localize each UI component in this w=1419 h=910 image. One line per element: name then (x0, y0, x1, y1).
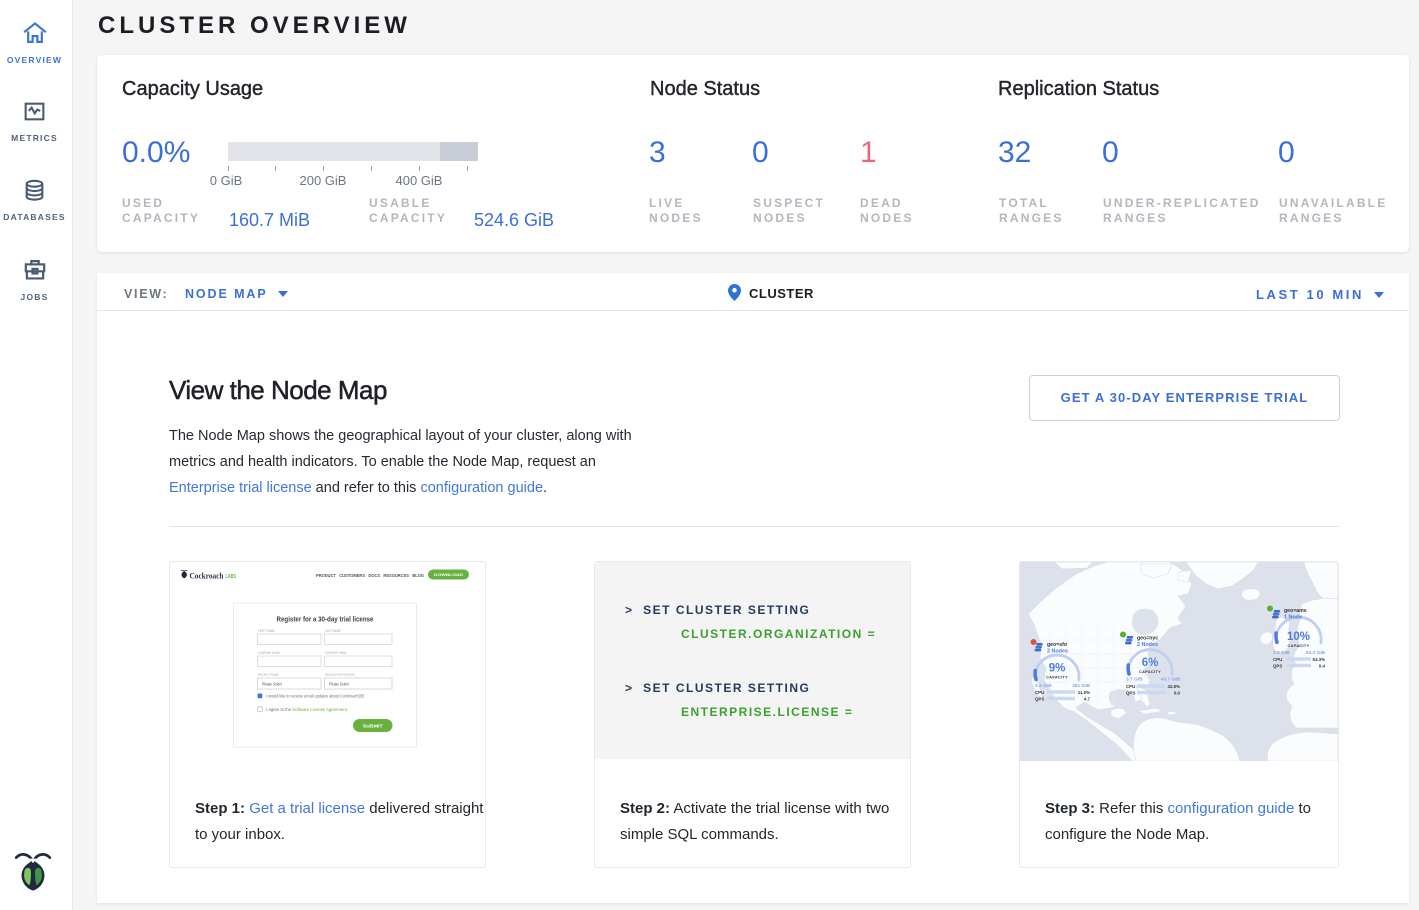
svg-text:3.7 GiB: 3.7 GiB (1126, 677, 1143, 683)
svg-text:0.0: 0.0 (1174, 691, 1181, 696)
svg-text:6%: 6% (1142, 657, 1159, 669)
svg-text:FIRST NAME: FIRST NAME (258, 629, 275, 633)
svg-text:351 GiB: 351 GiB (1072, 683, 1090, 689)
svg-text:CPU: CPU (1126, 684, 1135, 689)
svg-text:CAPACITY: CAPACITY (1288, 643, 1310, 648)
svg-text:4.7: 4.7 (1084, 697, 1091, 702)
svg-text:1 Node: 1 Node (1284, 615, 1302, 621)
svg-text:2 Nodes: 2 Nodes (1137, 642, 1158, 648)
svg-text:PROJECT PHASE: PROJECT PHASE (258, 673, 279, 677)
svg-text:geo=nyc: geo=nyc (1137, 636, 1158, 642)
svg-text:3.2 GiB: 3.2 GiB (1035, 683, 1052, 689)
svg-text:CPU: CPU (1035, 690, 1044, 695)
svg-text:SUBMIT: SUBMIT (363, 724, 384, 729)
svg-text:REASON FOR INTEREST: REASON FOR INTEREST (325, 673, 355, 677)
svg-text:11.0%: 11.0% (1078, 690, 1090, 695)
svg-text:0.4: 0.4 (1319, 664, 1326, 669)
svg-text:43.7 GiB: 43.7 GiB (1161, 677, 1181, 683)
svg-text:geo=sfo: geo=sfo (1047, 642, 1067, 648)
svg-text:LABS: LABS (226, 574, 237, 580)
svg-text:Please Select: Please Select (262, 681, 283, 686)
svg-text:I agree to the Software Licens: I agree to the Software License Agreemen… (266, 707, 348, 712)
svg-text:DOWNLOAD: DOWNLOAD (434, 572, 463, 577)
svg-text:Register for a 30-day trial li: Register for a 30-day trial license (277, 617, 374, 624)
svg-text:CPU: CPU (1273, 657, 1282, 662)
svg-text:Cockroach: Cockroach (190, 571, 224, 581)
svg-text:34.4 GiB: 34.4 GiB (1306, 650, 1326, 656)
svg-text:QPS: QPS (1273, 664, 1282, 669)
svg-text:QPS: QPS (1035, 697, 1044, 702)
svg-text:PRODUCT CUSTOMERS DOCS R: PRODUCT CUSTOMERS DOCS RESOURCES BLOG (316, 573, 424, 578)
svg-text:2 Nodes: 2 Nodes (1047, 649, 1068, 655)
svg-text:QPS: QPS (1126, 691, 1135, 696)
svg-text:COMPANY NAME: COMPANY NAME (258, 651, 280, 655)
svg-text:geo=ams: geo=ams (1284, 608, 1307, 614)
svg-text:10%: 10% (1287, 631, 1310, 643)
svg-text:53.3%: 53.3% (1313, 657, 1326, 662)
svg-text:CAPACITY: CAPACITY (1139, 669, 1161, 674)
svg-text:I would like to receive email: I would like to receive email updates ab… (266, 694, 365, 699)
svg-text:COMPANY EMAIL: COMPANY EMAIL (325, 651, 347, 655)
svg-text:LAST NAME: LAST NAME (325, 629, 341, 633)
svg-text:CAPACITY: CAPACITY (1046, 675, 1068, 680)
svg-text:Please Select: Please Select (329, 681, 350, 686)
svg-text:9%: 9% (1049, 663, 1066, 675)
svg-text:3.6 GiB: 3.6 GiB (1273, 650, 1290, 656)
svg-text:42.5%: 42.5% (1168, 684, 1181, 689)
